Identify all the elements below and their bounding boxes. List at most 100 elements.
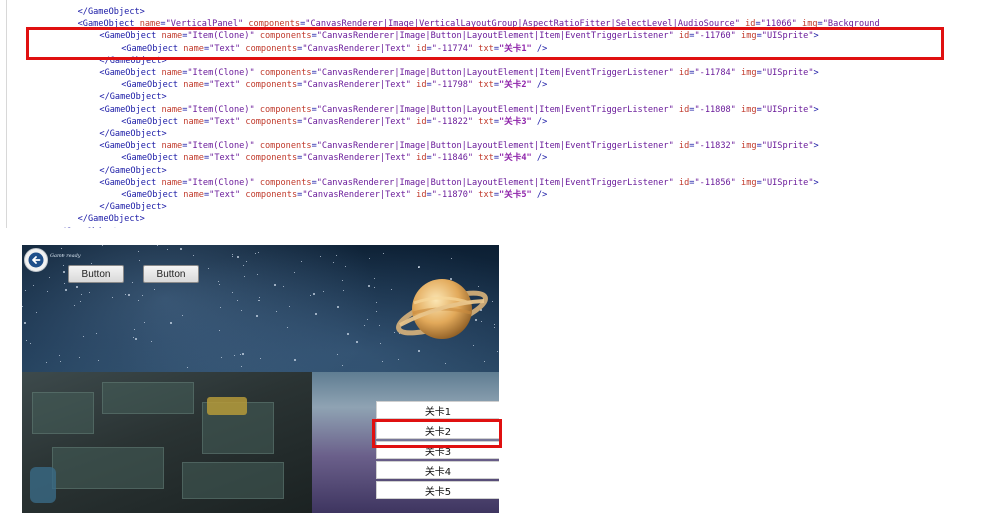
star [381,360,383,362]
xml-token: id [673,177,690,188]
star [62,265,64,267]
star [112,297,114,299]
xml-token: id [410,116,427,127]
xml-token: > [813,68,819,78]
xml-token: "CanvasRenderer|Image|Button|LayoutEleme… [316,104,674,115]
star [64,289,67,292]
button-1[interactable]: Button [68,265,124,283]
star [22,305,24,307]
star [133,337,135,339]
xml-token: components [240,153,298,164]
star [313,293,316,296]
star [79,300,81,302]
star [45,362,47,364]
xml-token: components [254,68,312,78]
xml-token: id [410,80,427,91]
star [26,339,28,341]
star [335,254,337,256]
star [79,357,81,359]
star [82,336,84,338]
star [494,327,496,329]
xml-token: id [410,43,427,54]
xml-token: /> [531,80,548,91]
star [258,297,260,299]
level-item-4[interactable]: 关卡4 [376,461,499,479]
game-view: Game ready Button Button 关卡1 关卡2 关卡3 关卡4… [22,245,499,513]
star [273,284,276,287]
xml-token: "CanvasRenderer|Image|Button|LayoutEleme… [316,31,674,42]
xml-token: "Item(Clone)" [187,104,255,115]
scene-tile [52,447,164,489]
star [483,360,485,362]
xml-token: <GameObject [99,68,162,78]
xml-token: </GameObject> [99,202,167,213]
xml-token: "-11846" [431,153,474,164]
star [315,312,317,315]
xml-token: <GameObject [99,141,162,152]
xml-line: <GameObject name="Item(Clone)" component… [99,140,818,152]
xml-token: </GameObject> [99,129,167,139]
back-button[interactable] [24,248,48,272]
xml-token: txt [473,80,494,91]
xml-token: <GameObject [121,116,184,127]
machine-model [30,467,56,503]
xml-token: <GameObject [121,43,184,54]
xml-token: "-11856" [694,177,736,188]
star [322,291,324,293]
xml-token: img [796,19,818,30]
star [257,251,259,253]
star [293,359,296,362]
star [74,304,76,306]
level-item-1[interactable]: 关卡1 [376,401,499,419]
level-item-3[interactable]: 关卡3 [376,441,499,459]
xml-token: "-11808" [694,104,736,115]
xml-token: "关卡3" [499,116,532,127]
xml-token: <GameObject [77,19,140,30]
xml-token: "Text" [209,80,241,91]
star [239,354,241,356]
star [451,258,453,260]
xml-token: "Text" [209,190,241,200]
star [286,326,288,328]
star [46,291,48,293]
xml-line: <GameObject name="Text" components="Canv… [121,79,547,91]
xml-token: txt [473,43,494,54]
xml-token: "CanvasRenderer|Text" [302,116,411,127]
star [138,251,140,253]
xml-token: > [813,177,819,188]
star [319,255,321,257]
level-item-2[interactable]: 关卡2 [376,421,499,439]
star [61,247,63,249]
xml-token: name [183,190,204,200]
xml-token: <GameObject [121,80,184,91]
xml-token: "CanvasRenderer|Text" [302,190,411,200]
star [75,286,78,289]
xml-source-pane: </GameObject> <GameObject name="VerticalP… [0,0,1005,228]
xml-token: </GameObject> [99,165,167,176]
xml-token: name [161,141,183,152]
xml-token: /> [531,116,548,127]
xml-token: "CanvasRenderer|Image|VerticalLayoutGrou… [305,19,740,30]
xml-token: name [183,153,204,164]
star [95,333,97,335]
star [282,286,284,288]
star [218,284,220,286]
logo-text: Game ready [50,253,81,259]
star [242,264,244,266]
xml-token: id [673,104,690,115]
xml-token: "Text" [209,153,241,164]
star [236,256,239,259]
star [59,354,61,356]
xml-token: name [161,31,183,42]
xml-line: <GameObject name="Text" components="Canv… [121,189,547,201]
xml-token: "-11870" [431,190,474,200]
star [35,312,37,314]
xml-token: id [673,31,690,42]
star [301,261,303,263]
level-item-5[interactable]: 关卡5 [376,481,499,499]
button-2[interactable]: Button [143,265,199,283]
star [141,295,143,297]
xml-token: name [161,68,183,78]
xml-line: </GameObject> [99,128,166,140]
star [342,289,344,291]
